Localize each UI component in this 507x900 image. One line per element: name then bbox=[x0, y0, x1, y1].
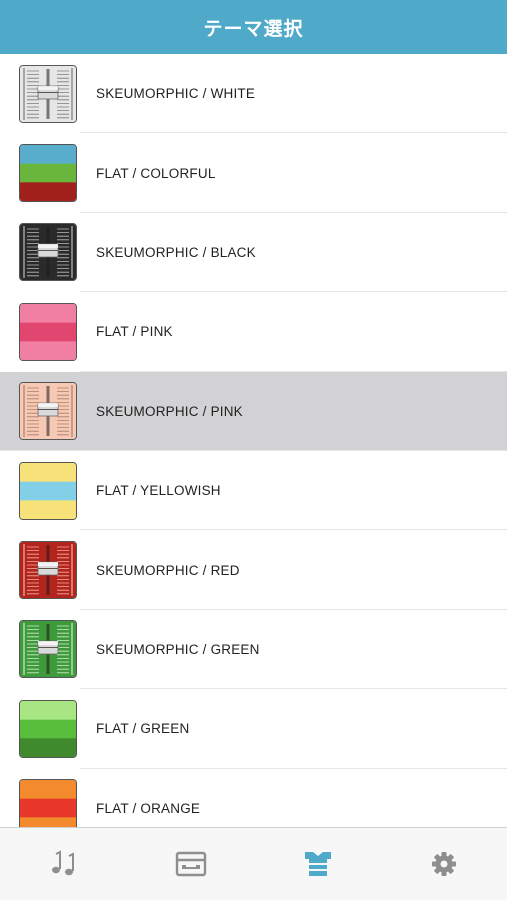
flat-yellowish-thumbnail-icon bbox=[19, 461, 77, 520]
flat-green-thumbnail-icon bbox=[19, 699, 77, 758]
theme-row-flat-colorful[interactable]: FLAT / COLORFUL bbox=[0, 133, 507, 214]
tab-music[interactable] bbox=[43, 846, 83, 882]
theme-label: SKEUMORPHIC / PINK bbox=[96, 403, 243, 419]
theme-row-skeumorphic-pink[interactable]: SKEUMORPHIC / PINK bbox=[0, 371, 507, 452]
page-title: テーマ選択 bbox=[203, 17, 304, 40]
theme-row-skeumorphic-white[interactable]: SKEUMORPHIC / WHITE bbox=[0, 54, 507, 134]
skeumorphic-green-thumbnail-icon bbox=[19, 620, 77, 679]
theme-row-flat-yellowish[interactable]: FLAT / YELLOWISH bbox=[0, 451, 507, 531]
theme-label: FLAT / COLORFUL bbox=[96, 165, 216, 181]
theme-label: SKEUMORPHIC / WHITE bbox=[96, 86, 256, 102]
skeumorphic-red-thumbnail-icon bbox=[19, 541, 77, 600]
theme-row-skeumorphic-red[interactable]: SKEUMORPHIC / RED bbox=[0, 530, 507, 611]
theme-label: FLAT / GREEN bbox=[96, 721, 190, 737]
theme-row-flat-orange[interactable]: FLAT / ORANGE bbox=[0, 769, 507, 827]
theme-row-skeumorphic-black[interactable]: SKEUMORPHIC / BLACK bbox=[0, 213, 507, 293]
skeumorphic-white-thumbnail-icon bbox=[19, 64, 77, 123]
tab-settings[interactable] bbox=[424, 846, 464, 882]
theme-label: FLAT / PINK bbox=[96, 324, 173, 340]
theme-row-skeumorphic-green[interactable]: SKEUMORPHIC / GREEN bbox=[0, 610, 507, 690]
shirt-icon bbox=[305, 852, 331, 876]
theme-label: SKEUMORPHIC / BLACK bbox=[96, 244, 256, 260]
navigation-bar: テーマ選択 bbox=[0, 0, 507, 54]
flat-colorful-thumbnail-icon bbox=[19, 144, 77, 203]
theme-list[interactable]: SKEUMORPHIC / WHITE FLAT / COLORFUL SKEU… bbox=[0, 54, 507, 827]
theme-label: FLAT / ORANGE bbox=[96, 800, 201, 816]
device-icon bbox=[175, 851, 207, 877]
gear-icon bbox=[432, 852, 456, 876]
theme-label: SKEUMORPHIC / GREEN bbox=[96, 641, 260, 657]
tab-device[interactable] bbox=[171, 846, 211, 882]
flat-orange-thumbnail-icon bbox=[19, 779, 77, 827]
skeumorphic-black-thumbnail-icon bbox=[19, 223, 77, 282]
tab-bar bbox=[0, 827, 507, 900]
flat-pink-thumbnail-icon bbox=[19, 302, 77, 361]
theme-label: FLAT / YELLOWISH bbox=[96, 483, 221, 499]
skeumorphic-pink-thumbnail-icon bbox=[19, 382, 77, 441]
theme-row-flat-pink[interactable]: FLAT / PINK bbox=[0, 292, 507, 372]
music-notes-icon bbox=[52, 850, 74, 876]
theme-row-flat-green[interactable]: FLAT / GREEN bbox=[0, 689, 507, 769]
theme-label: SKEUMORPHIC / RED bbox=[96, 562, 240, 578]
tab-theme[interactable] bbox=[298, 846, 338, 882]
